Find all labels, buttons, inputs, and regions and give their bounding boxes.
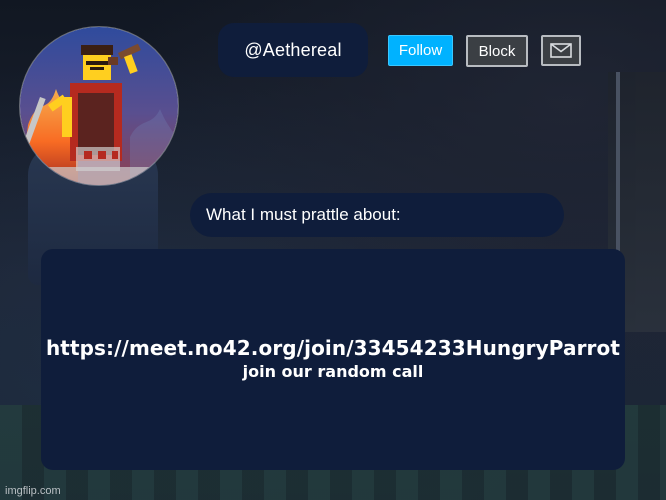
handle-pill: @Aethereal [218, 23, 368, 77]
follow-button-label: Follow [398, 42, 443, 59]
prattle-label: What I must prattle about: [206, 205, 401, 224]
message-button[interactable] [541, 35, 581, 66]
mail-icon [550, 43, 572, 58]
avatar [20, 27, 178, 185]
username-handle: @Aethereal [244, 39, 342, 60]
block-button-label: Block [478, 42, 516, 60]
follow-button[interactable]: Follow [388, 35, 453, 66]
content-panel: https://meet.no42.org/join/33454233Hungr… [41, 249, 625, 470]
call-message: join our random call [242, 361, 424, 381]
meeting-link: https://meet.no42.org/join/33454233Hungr… [45, 335, 621, 360]
avatar-image [20, 27, 178, 185]
prattle-header: What I must prattle about: [190, 193, 564, 237]
watermark: imgflip.com [5, 485, 61, 497]
block-button[interactable]: Block [466, 35, 528, 67]
